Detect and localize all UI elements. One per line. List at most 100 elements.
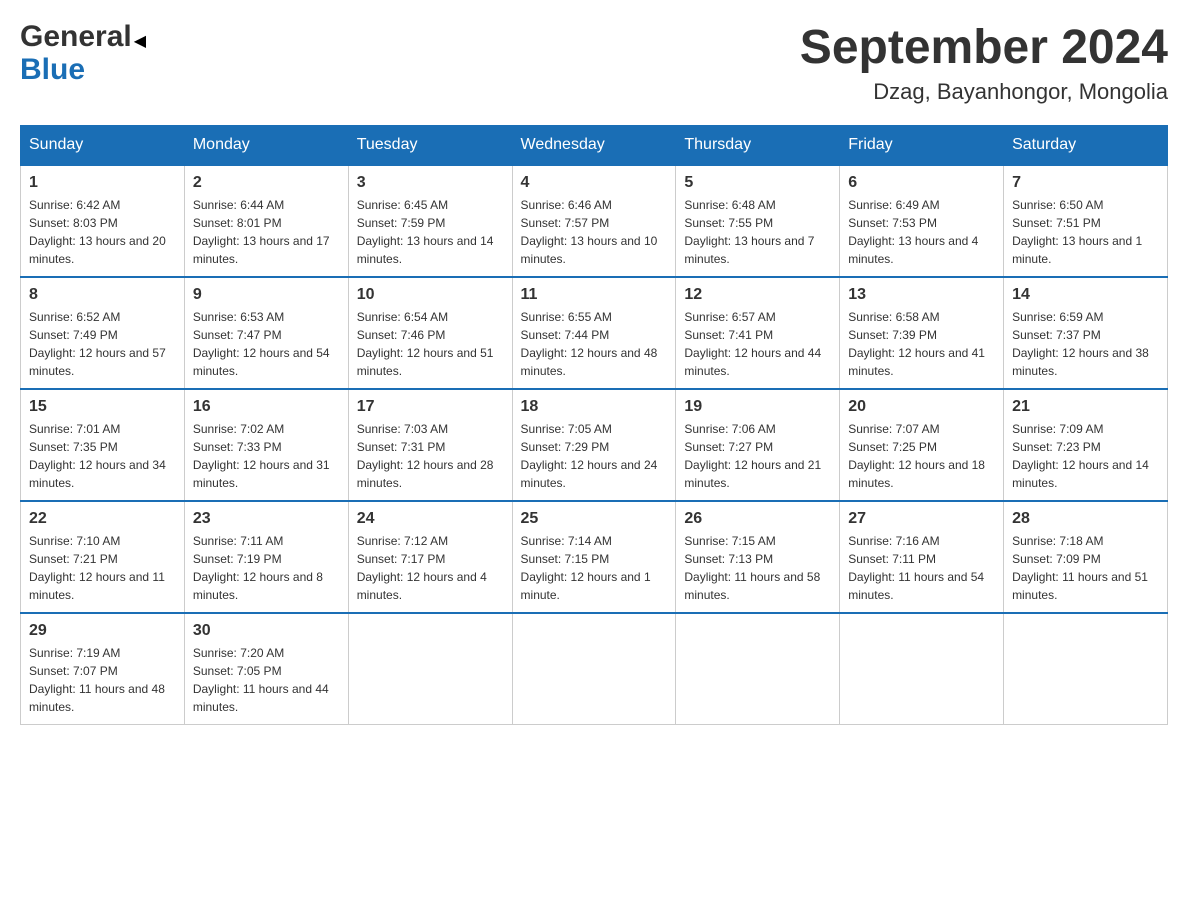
day-number: 9 [193,286,340,304]
day-info: Sunrise: 6:55 AMSunset: 7:44 PMDaylight:… [521,308,668,380]
calendar-header-row: SundayMondayTuesdayWednesdayThursdayFrid… [21,126,1168,166]
calendar-cell: 6 Sunrise: 6:49 AMSunset: 7:53 PMDaylight… [840,165,1004,277]
day-number: 24 [357,510,504,528]
day-info: Sunrise: 7:06 AMSunset: 7:27 PMDaylight:… [684,420,831,492]
day-number: 4 [521,174,668,192]
day-number: 11 [521,286,668,304]
calendar-cell: 3Sunrise: 6:45 AMSunset: 7:59 PMDaylight… [348,165,512,277]
calendar-header-sunday: Sunday [21,126,185,166]
calendar-cell: 24 Sunrise: 7:12 AMSunset: 7:17 PMDayligh… [348,501,512,613]
day-info: Sunrise: 6:42 AMSunset: 8:03 PMDaylight:… [29,196,176,268]
day-info: Sunrise: 7:15 AMSunset: 7:13 PMDaylight:… [684,532,831,604]
day-number: 30 [193,622,340,640]
day-number: 17 [357,398,504,416]
day-info: Sunrise: 7:09 AMSunset: 7:23 PMDaylight:… [1012,420,1159,492]
calendar-cell: 26 Sunrise: 7:15 AMSunset: 7:13 PMDayligh… [676,501,840,613]
calendar-cell: 21 Sunrise: 7:09 AMSunset: 7:23 PMDayligh… [1004,389,1168,501]
calendar-header-saturday: Saturday [1004,126,1168,166]
day-info: Sunrise: 6:59 AMSunset: 7:37 PMDaylight:… [1012,308,1159,380]
logo: General◀ Blue [20,20,144,87]
day-number: 12 [684,286,831,304]
month-year-title: September 2024 [800,20,1168,75]
day-info: Sunrise: 7:03 AMSunset: 7:31 PMDaylight:… [357,420,504,492]
day-number: 21 [1012,398,1159,416]
week-row-5: 29 Sunrise: 7:19 AMSunset: 7:07 PMDayligh… [21,613,1168,725]
calendar-table: SundayMondayTuesdayWednesdayThursdayFrid… [20,125,1168,725]
calendar-cell: 4 Sunrise: 6:46 AMSunset: 7:57 PMDaylight… [512,165,676,277]
day-info: Sunrise: 6:49 AMSunset: 7:53 PMDaylight:… [848,196,995,268]
day-number: 8 [29,286,176,304]
day-info: Sunrise: 6:57 AMSunset: 7:41 PMDaylight:… [684,308,831,380]
day-number: 5 [684,174,831,192]
calendar-cell: 17 Sunrise: 7:03 AMSunset: 7:31 PMDayligh… [348,389,512,501]
day-number: 25 [521,510,668,528]
calendar-cell: 9 Sunrise: 6:53 AMSunset: 7:47 PMDaylight… [184,277,348,389]
calendar-header-wednesday: Wednesday [512,126,676,166]
day-info: Sunrise: 6:50 AMSunset: 7:51 PMDaylight:… [1012,196,1159,268]
day-info: Sunrise: 7:16 AMSunset: 7:11 PMDaylight:… [848,532,995,604]
day-info: Sunrise: 7:07 AMSunset: 7:25 PMDaylight:… [848,420,995,492]
day-number: 28 [1012,510,1159,528]
day-number: 1 [29,174,176,192]
calendar-cell [512,613,676,725]
calendar-cell: 29 Sunrise: 7:19 AMSunset: 7:07 PMDayligh… [21,613,185,725]
calendar-cell [676,613,840,725]
day-info: Sunrise: 6:52 AMSunset: 7:49 PMDaylight:… [29,308,176,380]
day-info: Sunrise: 7:19 AMSunset: 7:07 PMDaylight:… [29,644,176,716]
calendar-cell: 30Sunrise: 7:20 AMSunset: 7:05 PMDayligh… [184,613,348,725]
calendar-cell: 20 Sunrise: 7:07 AMSunset: 7:25 PMDayligh… [840,389,1004,501]
calendar-cell: 1 Sunrise: 6:42 AMSunset: 8:03 PMDaylight… [21,165,185,277]
page-header: General◀ Blue September 2024 Dzag, Bayan… [20,20,1168,105]
day-info: Sunrise: 6:44 AMSunset: 8:01 PMDaylight:… [193,196,340,268]
calendar-cell: 28 Sunrise: 7:18 AMSunset: 7:09 PMDayligh… [1004,501,1168,613]
calendar-header-monday: Monday [184,126,348,166]
day-info: Sunrise: 7:10 AMSunset: 7:21 PMDaylight:… [29,532,176,604]
calendar-cell: 5 Sunrise: 6:48 AMSunset: 7:55 PMDaylight… [676,165,840,277]
day-number: 26 [684,510,831,528]
day-number: 13 [848,286,995,304]
calendar-cell: 15 Sunrise: 7:01 AMSunset: 7:35 PMDayligh… [21,389,185,501]
calendar-cell [1004,613,1168,725]
calendar-cell [840,613,1004,725]
calendar-cell: 16Sunrise: 7:02 AMSunset: 7:33 PMDayligh… [184,389,348,501]
calendar-cell: 22 Sunrise: 7:10 AMSunset: 7:21 PMDayligh… [21,501,185,613]
calendar-header-friday: Friday [840,126,1004,166]
calendar-cell: 8 Sunrise: 6:52 AMSunset: 7:49 PMDaylight… [21,277,185,389]
day-number: 27 [848,510,995,528]
day-info: Sunrise: 7:18 AMSunset: 7:09 PMDaylight:… [1012,532,1159,604]
calendar-cell: 11 Sunrise: 6:55 AMSunset: 7:44 PMDayligh… [512,277,676,389]
day-number: 16 [193,398,340,416]
day-info: Sunrise: 6:45 AMSunset: 7:59 PMDaylight:… [357,196,504,268]
logo-arrow-icon: ◀ [134,33,146,51]
calendar-cell: 7Sunrise: 6:50 AMSunset: 7:51 PMDaylight… [1004,165,1168,277]
day-number: 18 [521,398,668,416]
location-subtitle: Dzag, Bayanhongor, Mongolia [800,79,1168,105]
calendar-cell: 27 Sunrise: 7:16 AMSunset: 7:11 PMDayligh… [840,501,1004,613]
calendar-cell [348,613,512,725]
day-info: Sunrise: 7:01 AMSunset: 7:35 PMDaylight:… [29,420,176,492]
week-row-4: 22 Sunrise: 7:10 AMSunset: 7:21 PMDayligh… [21,501,1168,613]
calendar-cell: 19 Sunrise: 7:06 AMSunset: 7:27 PMDayligh… [676,389,840,501]
calendar-header-tuesday: Tuesday [348,126,512,166]
day-info: Sunrise: 6:48 AMSunset: 7:55 PMDaylight:… [684,196,831,268]
day-info: Sunrise: 7:05 AMSunset: 7:29 PMDaylight:… [521,420,668,492]
day-number: 6 [848,174,995,192]
day-number: 2 [193,174,340,192]
day-info: Sunrise: 6:54 AMSunset: 7:46 PMDaylight:… [357,308,504,380]
logo-general-text: General [20,20,132,53]
day-number: 20 [848,398,995,416]
week-row-2: 8 Sunrise: 6:52 AMSunset: 7:49 PMDaylight… [21,277,1168,389]
day-number: 10 [357,286,504,304]
day-number: 29 [29,622,176,640]
day-number: 14 [1012,286,1159,304]
calendar-cell: 12 Sunrise: 6:57 AMSunset: 7:41 PMDayligh… [676,277,840,389]
day-info: Sunrise: 6:46 AMSunset: 7:57 PMDaylight:… [521,196,668,268]
calendar-cell: 2 Sunrise: 6:44 AMSunset: 8:01 PMDaylight… [184,165,348,277]
day-number: 22 [29,510,176,528]
day-info: Sunrise: 6:53 AMSunset: 7:47 PMDaylight:… [193,308,340,380]
day-info: Sunrise: 7:14 AMSunset: 7:15 PMDaylight:… [521,532,668,604]
day-info: Sunrise: 7:12 AMSunset: 7:17 PMDaylight:… [357,532,504,604]
day-number: 19 [684,398,831,416]
day-number: 15 [29,398,176,416]
calendar-header-thursday: Thursday [676,126,840,166]
